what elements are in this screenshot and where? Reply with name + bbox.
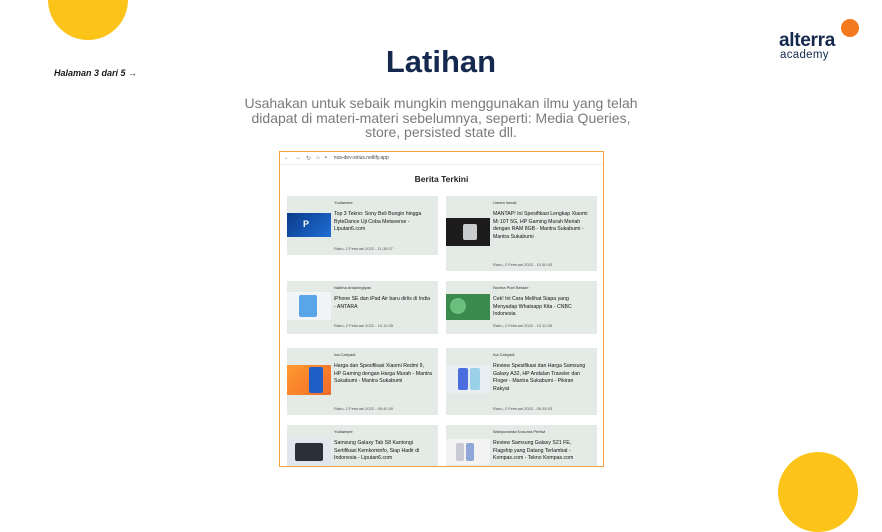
browser-url-bar: ← → ↻ ⌂ ▪ nxa-dev-sirius.netlify.app bbox=[280, 152, 603, 165]
news-card[interactable]: Yudiansee Top 3 Tekno: Sony Beli Bungin … bbox=[287, 196, 438, 255]
back-icon: ← bbox=[284, 155, 290, 161]
news-card[interactable]: Wahyunanda Kusuma Pertiwi Review Samsung… bbox=[446, 425, 597, 466]
galaxy-tab-thumbnail bbox=[287, 439, 331, 465]
decorative-circle-top bbox=[48, 0, 128, 40]
card-headline: Cek! Ini Cara Melihat Siapa yang Menyada… bbox=[493, 296, 572, 318]
news-card[interactable]: Novina Putri Bestari Cek! Ini Cara Melih… bbox=[446, 281, 597, 334]
card-date: Rabu, 2 Februari 2022 - 09.35.03 bbox=[493, 406, 553, 411]
playstation-thumbnail: P bbox=[287, 213, 331, 237]
decorative-circle-bottom bbox=[778, 452, 858, 532]
card-headline: Harga dan Spesifikasi Xiaomi Redmi 9, HP… bbox=[334, 363, 432, 385]
card-author: Ina Cahyadi bbox=[493, 352, 515, 357]
slide-title: Latihan bbox=[385, 44, 497, 79]
news-card[interactable]: Ina Cahyadi Harga dan Spesifikasi Xiaomi… bbox=[287, 348, 438, 415]
lock-icon: ▪ bbox=[324, 155, 327, 161]
news-card[interactable]: Ina Cahyadi Review Spesifikasi dan Harga… bbox=[446, 348, 597, 415]
card-headline: Samsung Galaxy Tab S8 Kantongi Sertifika… bbox=[334, 440, 420, 462]
news-card[interactable]: Nabiha Ardaningtyas iPhone SE dan iPad A… bbox=[287, 281, 438, 334]
card-author: Yudiansee bbox=[334, 429, 353, 434]
card-headline: iPhone SE dan iPad Air baru dirlis di In… bbox=[334, 296, 431, 310]
news-card[interactable]: Yudiansee Samsung Galaxy Tab S8 Kantongi… bbox=[287, 425, 438, 466]
ipad-thumbnail bbox=[287, 292, 331, 320]
reload-icon: ↻ bbox=[306, 155, 312, 162]
redmi-phone-thumbnail bbox=[287, 365, 331, 395]
forward-icon: → bbox=[295, 155, 301, 161]
card-author: Nabiha Ardaningtyas bbox=[334, 285, 371, 290]
card-headline: MANTAP! Ini Spesifikasi Lengkap Xiaomi M… bbox=[493, 211, 588, 240]
slide-subtitle: Usahakan untuk sebaik mungkin menggunaka… bbox=[244, 95, 638, 140]
card-date: Rabu, 2 Februari 2022 - 11.30.07 bbox=[334, 246, 393, 251]
card-headline: Top 3 Tekno: Sony Beli Bungin hingga Byt… bbox=[334, 211, 422, 233]
card-author: Wahyunanda Kusuma Pertiwi bbox=[493, 429, 546, 434]
card-date: Rabu, 2 Februari 2022 - 10.50.03 bbox=[493, 262, 553, 267]
card-date: Rabu, 2 Februari 2022 - 10.10.05 bbox=[334, 323, 394, 328]
samsung-phone-thumbnail bbox=[446, 365, 490, 393]
card-author: Yudiansee bbox=[334, 200, 353, 205]
browser-screenshot: ← → ↻ ⌂ ▪ nxa-dev-sirius.netlify.app Ber… bbox=[279, 151, 604, 467]
card-author: Novina Putri Bestari bbox=[493, 285, 529, 290]
card-date: Rabu, 2 Februari 2022 - 10.10.05 bbox=[493, 323, 553, 328]
news-card[interactable]: Umam Ismail MANTAP! Ini Spesifikasi Leng… bbox=[446, 196, 597, 271]
card-author: Umam Ismail bbox=[493, 200, 517, 205]
browser-url: nxa-dev-sirius.netlify.app bbox=[333, 155, 389, 161]
whatsapp-thumbnail bbox=[446, 294, 490, 320]
news-heading: Berita Terkini bbox=[414, 174, 469, 184]
galaxy-s21-thumbnail bbox=[446, 439, 490, 465]
card-date: Rabu, 2 Februari 2022 - 09.40.00 bbox=[334, 406, 394, 411]
home-icon: ⌂ bbox=[316, 155, 320, 161]
xiaomi-phone-thumbnail bbox=[446, 218, 490, 246]
card-headline: Review Spesifikasi dan Harga Samsung Gal… bbox=[493, 363, 586, 392]
card-headline: Review Samsung Galaxy S21 FE, Flagship y… bbox=[493, 440, 574, 462]
card-author: Ina Cahyadi bbox=[334, 352, 356, 357]
logo-dot-icon bbox=[841, 19, 859, 37]
